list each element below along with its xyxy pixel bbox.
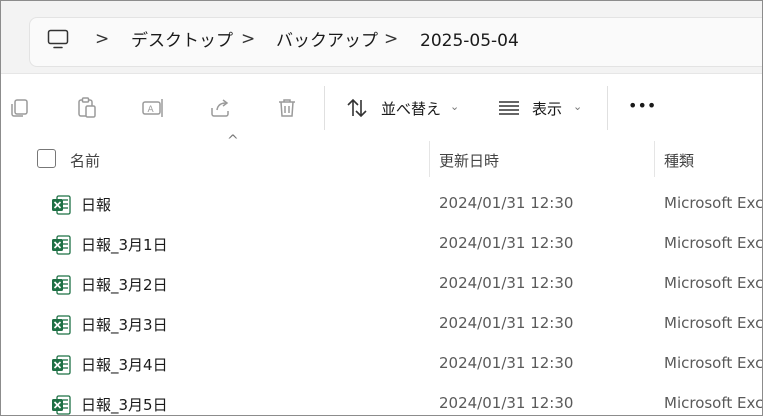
column-header-row: 名前 更新日時 種類 xyxy=(1,141,762,177)
sort-button[interactable]: 並べ替え xyxy=(381,98,441,119)
file-modified-date: 2024/01/31 12:30 xyxy=(439,274,574,292)
file-type: Microsoft Exc xyxy=(664,194,763,212)
file-row[interactable]: 日報 2024/01/31 12:30 Microsoft Exc xyxy=(1,184,762,224)
paste-icon[interactable] xyxy=(75,96,99,120)
file-name: 日報_3月2日 xyxy=(81,276,168,294)
file-explorer-window: > デスクトップ > バックアップ > 2025-05-04 A 並べ替え ⌄ … xyxy=(0,0,763,416)
view-button[interactable]: 表示 xyxy=(532,98,562,119)
file-row[interactable]: 日報_3月2日 2024/01/31 12:30 Microsoft Exc xyxy=(1,264,762,304)
svg-text:A: A xyxy=(148,105,155,115)
file-row[interactable]: 日報_3月4日 2024/01/31 12:30 Microsoft Exc xyxy=(1,344,762,384)
more-options-button[interactable]: ••• xyxy=(628,96,656,115)
chevron-down-icon[interactable]: ⌄ xyxy=(573,100,582,113)
file-type: Microsoft Exc xyxy=(664,394,763,412)
file-modified-date: 2024/01/31 12:30 xyxy=(439,234,574,252)
file-name: 日報_3月5日 xyxy=(81,396,168,414)
column-header-name[interactable]: 名前 xyxy=(70,150,100,171)
file-name: 日報 xyxy=(81,196,112,214)
file-modified-date: 2024/01/31 12:30 xyxy=(439,354,574,372)
rename-icon[interactable]: A xyxy=(141,96,165,120)
file-row[interactable]: 日報_3月5日 2024/01/31 12:30 Microsoft Exc xyxy=(1,384,763,415)
file-type: Microsoft Exc xyxy=(664,314,763,332)
breadcrumb-item-backup[interactable]: バックアップ xyxy=(276,30,378,52)
file-modified-date: 2024/01/31 12:30 xyxy=(439,394,574,412)
sort-ascending-icon: ^ xyxy=(227,133,239,149)
breadcrumb-item-desktop[interactable]: デスクトップ xyxy=(131,30,233,52)
excel-file-icon xyxy=(52,275,71,295)
chevron-down-icon[interactable]: ⌄ xyxy=(450,100,459,113)
file-type: Microsoft Exc xyxy=(664,234,763,252)
excel-file-icon xyxy=(52,315,71,335)
excel-file-icon xyxy=(52,395,71,415)
column-header-date[interactable]: 更新日時 xyxy=(439,150,499,171)
breadcrumb-separator: > xyxy=(241,29,256,49)
share-icon[interactable] xyxy=(208,96,232,120)
select-all-checkbox[interactable] xyxy=(37,149,56,168)
breadcrumb-separator: > xyxy=(384,29,399,49)
sort-icon[interactable] xyxy=(345,96,369,120)
copy-icon[interactable] xyxy=(7,96,31,120)
file-row[interactable]: 日報_3月1日 2024/01/31 12:30 Microsoft Exc xyxy=(1,224,762,264)
address-bar-area: > デスクトップ > バックアップ > 2025-05-04 xyxy=(1,1,762,73)
column-divider[interactable] xyxy=(654,141,655,177)
command-toolbar: A 並べ替え ⌄ 表示 ⌄ ••• xyxy=(1,73,762,143)
file-modified-date: 2024/01/31 12:30 xyxy=(439,194,574,212)
file-type: Microsoft Exc xyxy=(664,274,763,292)
file-type: Microsoft Exc xyxy=(664,354,763,372)
toolbar-divider xyxy=(607,86,608,130)
delete-icon[interactable] xyxy=(275,96,299,120)
file-modified-date: 2024/01/31 12:30 xyxy=(439,314,574,332)
file-name: 日報_3月4日 xyxy=(81,356,168,374)
file-name: 日報_3月3日 xyxy=(81,316,168,334)
excel-file-icon xyxy=(52,195,71,215)
view-icon[interactable] xyxy=(497,96,521,120)
computer-icon[interactable] xyxy=(47,29,69,49)
column-header-type[interactable]: 種類 xyxy=(664,150,694,171)
breadcrumb-separator: > xyxy=(95,29,110,49)
column-divider[interactable] xyxy=(429,141,430,177)
toolbar-divider xyxy=(324,86,325,130)
file-row[interactable]: 日報_3月3日 2024/01/31 12:30 Microsoft Exc xyxy=(1,304,762,344)
breadcrumb-item-current-folder[interactable]: 2025-05-04 xyxy=(420,30,519,52)
excel-file-icon xyxy=(52,235,71,255)
file-name: 日報_3月1日 xyxy=(81,236,168,254)
excel-file-icon xyxy=(52,355,71,375)
